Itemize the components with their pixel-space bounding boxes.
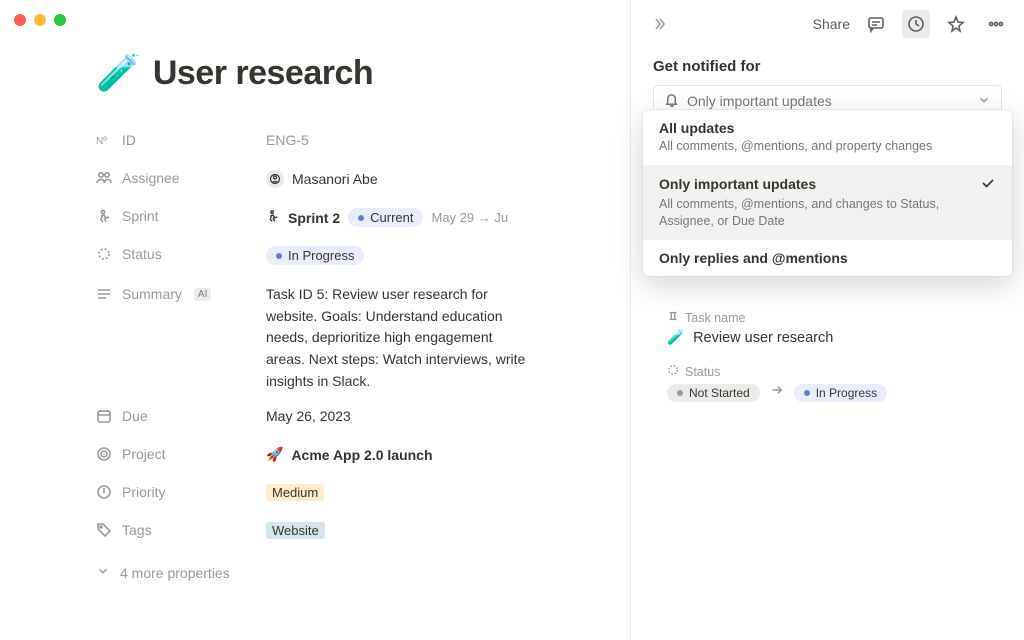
more-properties-label: 4 more properties — [120, 565, 230, 581]
target-icon — [96, 446, 112, 462]
right-panel: Share Get notified for Only important up… — [630, 0, 1024, 640]
task-name-value[interactable]: 🧪 Review user research — [667, 329, 1002, 346]
property-row-sprint[interactable]: Sprint Sprint 2 Current May 29 → Ju — [96, 200, 566, 238]
property-label: Priority — [122, 484, 166, 500]
status-pill: In Progress — [266, 246, 364, 265]
status-icon — [667, 364, 679, 379]
collapse-panel-button[interactable] — [645, 10, 673, 38]
text-icon — [667, 310, 679, 325]
property-value-assignee[interactable]: Masanori Abe — [266, 170, 566, 188]
people-icon — [96, 170, 112, 186]
more-icon[interactable] — [982, 10, 1010, 38]
sprint-name: Sprint 2 — [288, 210, 340, 226]
property-row-due[interactable]: Due May 26, 2023 — [96, 400, 566, 438]
property-row-project[interactable]: Project 🚀 Acme App 2.0 launch — [96, 438, 566, 476]
page-title-text[interactable]: User research — [153, 54, 373, 93]
notify-option-replies[interactable]: Only replies and @mentions — [643, 240, 1012, 276]
tag-icon — [96, 522, 112, 538]
property-row-assignee[interactable]: Assignee Masanori Abe — [96, 162, 566, 200]
property-label: Due — [122, 408, 148, 424]
priority-pill: Medium — [266, 484, 324, 501]
arrow-right-icon — [770, 383, 784, 402]
chevron-down-icon — [96, 564, 110, 581]
notify-selected-label: Only important updates — [687, 93, 832, 109]
ai-chip: AI — [194, 288, 211, 301]
property-value-priority[interactable]: Medium — [266, 484, 566, 501]
window-controls — [14, 14, 66, 26]
property-row-priority[interactable]: Priority Medium — [96, 476, 566, 514]
tag-pill: Website — [266, 522, 325, 539]
property-row-status[interactable]: Status In Progress — [96, 238, 566, 276]
page-main: 🧪 User research Nº ID ENG-5 Assignee Mas… — [96, 52, 566, 581]
property-value-status[interactable]: In Progress — [266, 246, 566, 265]
property-label: Assignee — [122, 170, 180, 186]
property-row-tags[interactable]: Tags Website — [96, 514, 566, 552]
summary-icon — [96, 286, 112, 302]
chevron-down-icon — [977, 93, 991, 110]
property-label: Tags — [122, 522, 152, 538]
property-label: ID — [122, 132, 136, 148]
notify-dropdown: All updates All comments, @mentions, and… — [643, 110, 1012, 276]
number-icon: Nº — [96, 132, 112, 148]
property-label: Project — [122, 446, 166, 462]
property-label: Status — [122, 246, 162, 262]
share-button[interactable]: Share — [813, 16, 850, 32]
notify-heading: Get notified for — [653, 58, 1002, 75]
status-change-label: Status — [685, 365, 720, 379]
sprint-icon — [96, 208, 112, 224]
project-name: Acme App 2.0 launch — [291, 447, 432, 463]
avatar — [266, 170, 284, 188]
property-row-id[interactable]: Nº ID ENG-5 — [96, 124, 566, 162]
property-value-due[interactable]: May 26, 2023 — [266, 408, 566, 424]
property-label: Sprint — [122, 208, 159, 224]
task-emoji-icon: 🧪 — [667, 329, 685, 346]
sprint-dates: May 29 → Ju — [431, 210, 508, 225]
svg-text:Nº: Nº — [96, 136, 107, 147]
calendar-icon — [96, 408, 112, 424]
property-value-tags[interactable]: Website — [266, 522, 566, 539]
property-value-sprint[interactable]: Sprint 2 Current May 29 → Ju — [266, 208, 566, 227]
more-properties-toggle[interactable]: 4 more properties — [96, 552, 566, 581]
status-icon — [96, 246, 112, 262]
status-change: Not Started In Progress — [667, 383, 1002, 402]
window-maximize-button[interactable] — [54, 14, 66, 26]
check-icon — [980, 175, 996, 194]
property-value-project[interactable]: 🚀 Acme App 2.0 launch — [266, 446, 566, 463]
property-label: Summary — [122, 286, 182, 302]
favorite-icon[interactable] — [942, 10, 970, 38]
task-name-text: Review user research — [693, 330, 833, 346]
running-icon — [266, 209, 280, 226]
sprint-current-badge: Current — [348, 208, 423, 227]
notify-option-important[interactable]: Only important updates All comments, @me… — [643, 165, 1012, 240]
updates-icon[interactable] — [902, 10, 930, 38]
notify-option-all[interactable]: All updates All comments, @mentions, and… — [643, 110, 1012, 165]
page-icon[interactable]: 🧪 — [96, 52, 141, 94]
comments-icon[interactable] — [862, 10, 890, 38]
bell-icon — [664, 92, 679, 110]
property-row-summary[interactable]: Summary AI Task ID 5: Review user resear… — [96, 276, 566, 400]
project-icon: 🚀 — [266, 446, 283, 463]
window-close-button[interactable] — [14, 14, 26, 26]
priority-icon — [96, 484, 112, 500]
window-minimize-button[interactable] — [34, 14, 46, 26]
task-name-label: Task name — [685, 311, 745, 325]
assignee-name: Masanori Abe — [292, 171, 378, 187]
page-title[interactable]: 🧪 User research — [96, 52, 566, 94]
property-value-id[interactable]: ENG-5 — [266, 132, 566, 148]
property-value-summary[interactable]: Task ID 5: Review user research for webs… — [266, 284, 526, 392]
